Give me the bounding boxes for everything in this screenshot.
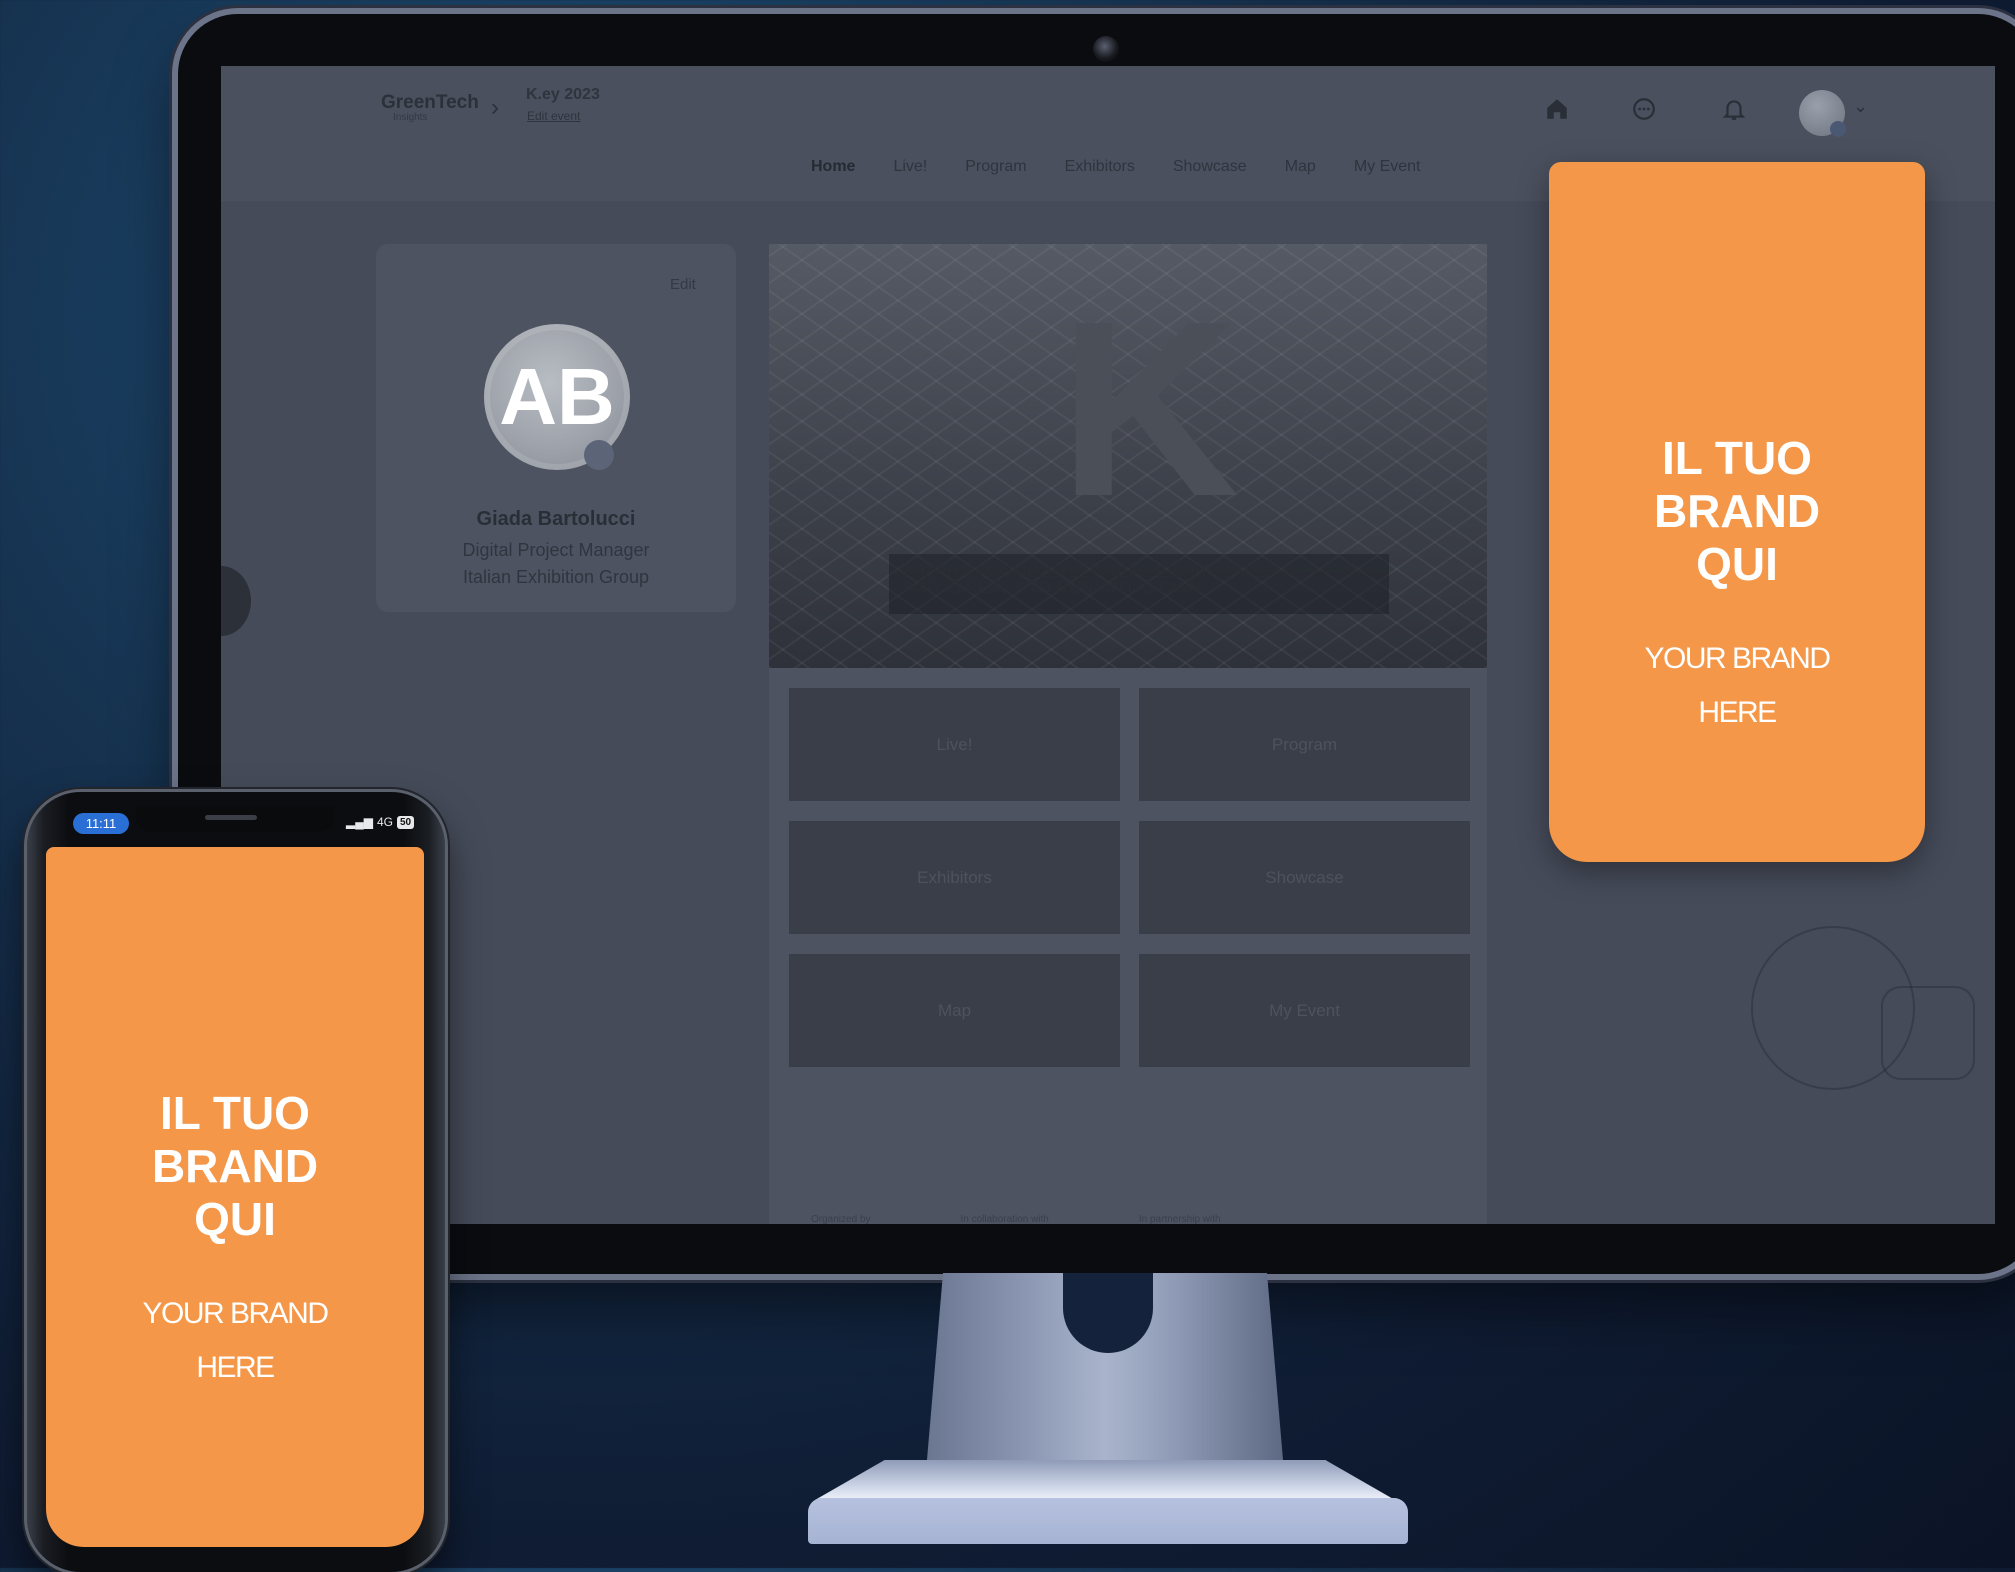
- footer-label: In collaboration with: [960, 1214, 1049, 1224]
- nav-item-program[interactable]: Program: [965, 158, 1026, 176]
- decorative-shape: [221, 566, 251, 636]
- banner-title-line: QUI: [194, 1193, 276, 1245]
- decorative-doodle: [1881, 986, 1975, 1080]
- monitor-stand-base-top: [815, 1460, 1395, 1500]
- banner-title-line: BRAND: [151, 1140, 319, 1192]
- nav-item-exhibitors[interactable]: Exhibitors: [1065, 158, 1135, 176]
- brand-logo[interactable]: GreenTech: [381, 92, 479, 114]
- banner-subtitle-line: YOUR BRAND: [142, 1297, 329, 1330]
- banner-title: IL TUO BRAND QUI: [1549, 432, 1925, 591]
- footer-partners: Organized by In collaboration with In pa…: [811, 1214, 1221, 1224]
- monitor-stand-base: [808, 1498, 1408, 1544]
- profile-name: Giada Bartolucci: [476, 508, 636, 530]
- brand-banner-desktop[interactable]: IL TUO BRAND QUI YOUR BRAND HERE: [1549, 162, 1925, 862]
- tile-live[interactable]: Live!: [789, 688, 1120, 801]
- phone-status-indicators: ▂▄▆ 4G 50: [346, 815, 415, 829]
- tile-map[interactable]: Map: [789, 954, 1120, 1067]
- hero-image[interactable]: K K.EY HAS COMPLETELY REINVENTED ITSELF …: [769, 244, 1487, 668]
- hero-logo-mark: K: [1059, 269, 1240, 548]
- nav-item-map[interactable]: Map: [1285, 158, 1316, 176]
- webcam-icon: [1093, 36, 1119, 62]
- phone-status-time: 11:11: [73, 813, 129, 834]
- chevron-right-icon: ›: [491, 94, 499, 121]
- phone-speaker: [205, 815, 257, 820]
- breadcrumb-event: K.ey 2023: [526, 86, 600, 103]
- hero-caption: K.EY HAS COMPLETELY REINVENTED ITSELF AN…: [904, 563, 1384, 597]
- nav-item-live[interactable]: Live!: [893, 158, 927, 176]
- banner-title-line: IL TUO: [1662, 432, 1812, 484]
- banner-subtitle-line: HERE: [1698, 696, 1777, 729]
- edit-profile-link[interactable]: Edit: [670, 276, 696, 293]
- footer-label: In partnership with: [1138, 1214, 1221, 1224]
- status-dot: [1830, 121, 1846, 137]
- tile-exhibitors[interactable]: Exhibitors: [789, 821, 1120, 934]
- banner-title: IL TUO BRAND QUI: [46, 1087, 424, 1246]
- nav-item-home[interactable]: Home: [811, 158, 855, 176]
- change-event-link[interactable]: Edit event: [527, 109, 580, 123]
- nav-item-showcase[interactable]: Showcase: [1173, 158, 1247, 176]
- tile-showcase[interactable]: Showcase: [1139, 821, 1470, 934]
- nav-item-my-event[interactable]: My Event: [1354, 158, 1421, 176]
- chat-icon[interactable]: [1631, 96, 1657, 122]
- banner-subtitle: YOUR BRAND HERE: [1549, 632, 1925, 740]
- chevron-down-icon[interactable]: ⌄: [1853, 96, 1868, 117]
- footer-label: Organized by: [811, 1214, 871, 1224]
- main-nav: Home Live! Program Exhibitors Showcase M…: [811, 158, 1421, 176]
- status-dot: [584, 440, 614, 470]
- bell-icon[interactable]: [1721, 96, 1747, 122]
- profile-company: Italian Exhibition Group: [462, 567, 650, 587]
- hero-caption-line: AND IS READY TO RUN ON ITS OWN: [904, 578, 1201, 597]
- banner-title-line: BRAND: [1653, 485, 1821, 537]
- home-icon[interactable]: [1544, 96, 1570, 122]
- tile-my-event[interactable]: My Event: [1139, 954, 1470, 1067]
- brand-tagline: Insights: [393, 112, 428, 123]
- phone-brand-banner[interactable]: IL TUO BRAND QUI YOUR BRAND HERE: [46, 847, 424, 1547]
- banner-subtitle-line: YOUR BRAND: [1644, 642, 1831, 675]
- banner-subtitle: YOUR BRAND HERE: [46, 1287, 424, 1395]
- network-label: 4G: [376, 815, 393, 829]
- tile-program[interactable]: Program: [1139, 688, 1470, 801]
- signal-icon: ▂▄▆: [346, 815, 373, 829]
- banner-title-line: IL TUO: [160, 1087, 310, 1139]
- banner-title-line: QUI: [1696, 538, 1778, 590]
- profile-role: Digital Project Manager: [462, 540, 650, 560]
- battery-icon: 50: [396, 815, 415, 829]
- banner-subtitle-line: HERE: [196, 1351, 275, 1384]
- quick-links-panel: Live! Program Exhibitors Showcase Map My…: [769, 668, 1487, 1224]
